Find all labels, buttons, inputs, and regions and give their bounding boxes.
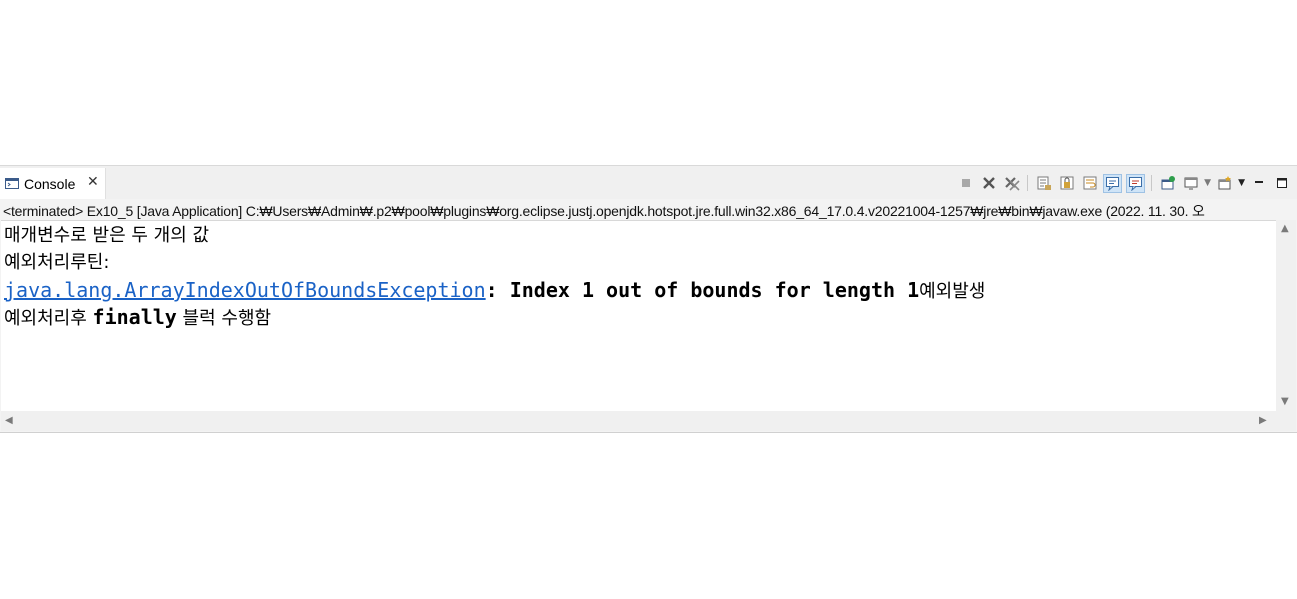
output-text: 예외발생 (919, 281, 986, 302)
word-wrap-icon[interactable] (1080, 174, 1099, 193)
output-keyword: finally (92, 305, 177, 329)
scroll-left-icon[interactable]: ◀ (5, 415, 13, 426)
open-console-icon[interactable] (1215, 174, 1234, 193)
process-status-label: <terminated> Ex10_5 [Java Application] C… (3, 203, 1205, 219)
toolbar-separator (1151, 175, 1153, 191)
show-on-stdout-icon[interactable] (1103, 173, 1123, 193)
console-toolbar: ▼ ▼ (956, 173, 1291, 193)
scroll-down-icon[interactable]: ▼ (1281, 396, 1289, 407)
toolbar-separator (1027, 175, 1029, 191)
horizontal-scrollbar[interactable]: ◀ ▶ (1, 411, 1276, 431)
maximize-icon[interactable] (1272, 174, 1291, 193)
console-icon (5, 178, 19, 189)
console-view: Console ✕ ▼ ▼ <terminated> Ex10_5 [Java … (0, 165, 1297, 433)
exception-link[interactable]: java.lang.ArrayIndexOutOfBoundsException (4, 278, 486, 302)
tab-console[interactable]: Console ✕ (0, 168, 106, 199)
show-on-stderr-icon[interactable] (1126, 173, 1146, 193)
process-status-bar: <terminated> Ex10_5 [Java Application] C… (0, 199, 1297, 219)
display-selected-console-icon[interactable] (1181, 174, 1200, 193)
output-text: 블럭 수행함 (176, 308, 272, 329)
output-line: java.lang.ArrayIndexOutOfBoundsException… (4, 277, 985, 303)
chevron-down-icon[interactable]: ▼ (1204, 178, 1211, 188)
output-line: 매개변수로 받은 두 개의 값 (4, 225, 210, 246)
exception-message: : Index 1 out of bounds for length 1 (485, 278, 920, 302)
tab-bar: Console ✕ ▼ ▼ (0, 166, 1297, 199)
output-line: 예외처리루틴: (4, 252, 110, 273)
scroll-lock-icon[interactable] (1057, 174, 1076, 193)
pin-console-icon[interactable] (1158, 174, 1177, 193)
scroll-up-icon[interactable]: ▲ (1281, 223, 1289, 234)
chevron-down-icon[interactable]: ▼ (1238, 178, 1245, 188)
remove-launch-icon[interactable] (979, 174, 998, 193)
console-output[interactable]: 매개변수로 받은 두 개의 값 예외처리루틴: java.lang.ArrayI… (1, 220, 1276, 412)
minimize-icon[interactable] (1249, 174, 1268, 193)
terminate-icon[interactable] (956, 174, 975, 193)
clear-console-icon[interactable] (1034, 174, 1053, 193)
output-text: 예외처리후 (4, 308, 93, 329)
scroll-right-icon[interactable]: ▶ (1259, 415, 1267, 426)
tab-label: Console (24, 176, 76, 192)
remove-all-terminated-icon[interactable] (1002, 174, 1021, 193)
scrollbar-corner (1276, 411, 1296, 431)
vertical-scrollbar[interactable]: ▲ ▼ (1276, 220, 1296, 411)
close-icon[interactable]: ✕ (87, 174, 99, 190)
output-line: 예외처리후 finally 블럭 수행함 (4, 304, 271, 330)
